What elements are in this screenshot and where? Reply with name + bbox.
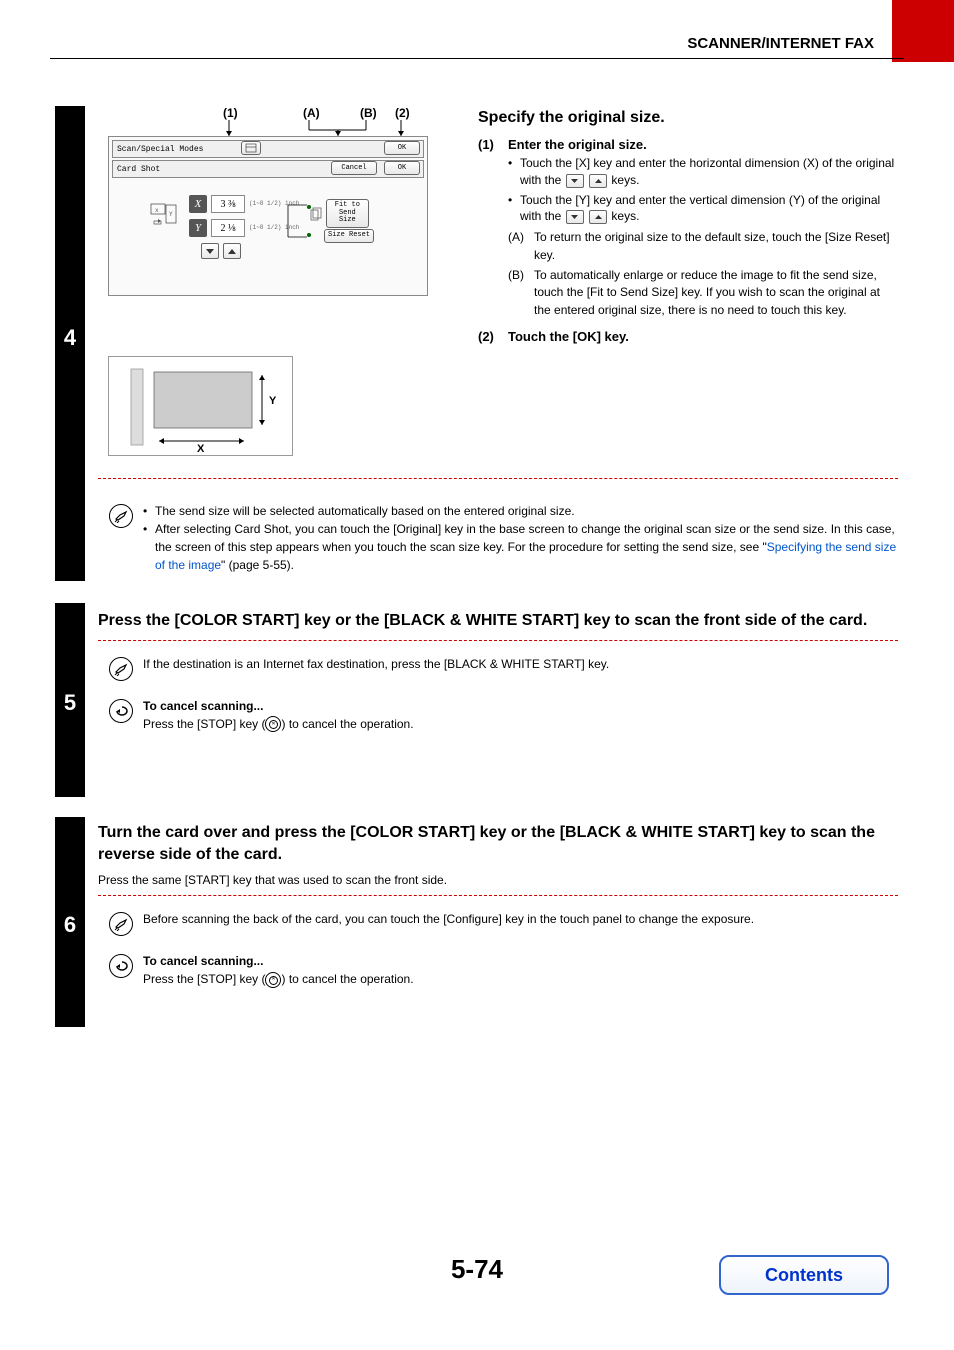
step6-sub: Press the same [START] key that was used…: [98, 873, 898, 887]
ab-connector: [283, 195, 323, 255]
note-icon: [109, 504, 133, 528]
cancel-t1: Press the [STOP] key (: [143, 972, 265, 986]
chapter-tab: [892, 0, 954, 62]
panel-subheader-label: Card Shot: [117, 165, 160, 174]
step6-note1-text: Before scanning the back of the card, yo…: [143, 910, 898, 936]
contents-button[interactable]: Contents: [719, 1255, 889, 1295]
note-line-1: The send size will be selected automatic…: [155, 502, 898, 520]
step4-title: Specify the original size.: [478, 109, 898, 127]
up-arrow-key[interactable]: [223, 243, 241, 259]
cancel-button[interactable]: Cancel: [331, 161, 377, 175]
callout-b: (B): [360, 106, 377, 120]
stop-key-icon: ✕: [265, 716, 281, 732]
callout-1: (1): [223, 106, 238, 120]
cancel-text: Press the [STOP] key (✕) to cancel the o…: [143, 970, 898, 988]
substep-2-num: (2): [478, 329, 508, 344]
y-key[interactable]: Y: [189, 219, 207, 237]
substep-1-text: Enter the original size.: [508, 137, 898, 152]
step-number-4: 4: [55, 325, 85, 351]
step5-note1-text: If the destination is an Internet fax de…: [143, 655, 898, 681]
note-icon: [109, 912, 133, 936]
panel-header-label: Scan/Special Modes: [117, 145, 203, 154]
step6-note1: Before scanning the back of the card, yo…: [98, 910, 898, 936]
svg-text:Y: Y: [169, 211, 173, 218]
ok-button[interactable]: OK: [384, 161, 420, 175]
bullet-x: • Touch the [X] key and enter the horizo…: [508, 155, 898, 189]
step-4: (1) (A) (B) (2) Scan/Special Modes OK: [98, 106, 898, 346]
preview-icon: x Y: [149, 202, 179, 231]
arrow-keys: [201, 243, 241, 259]
substep-2-text: Touch the [OK] key.: [508, 329, 898, 344]
callout-2: (2): [395, 106, 410, 120]
svg-text:X: X: [197, 443, 205, 455]
cancel-t2: ) to cancel the operation.: [281, 972, 413, 986]
reset-row: Size Reset: [324, 229, 374, 243]
substep-1-num: (1): [478, 137, 508, 152]
sub-a: (A) To return the original size to the d…: [508, 229, 898, 264]
header-ok-button[interactable]: OK: [384, 141, 420, 155]
inline-down-key-icon-2: [566, 210, 584, 224]
sub-b: (B) To automatically enlarge or reduce t…: [508, 267, 898, 319]
panel-header-row: Scan/Special Modes OK: [112, 140, 424, 158]
stop-key-icon: ✕: [265, 972, 281, 988]
callout-a: (A): [303, 106, 320, 120]
cancel-heading: To cancel scanning...: [143, 697, 898, 715]
inline-up-key-icon: [589, 174, 607, 188]
step5-cancel: To cancel scanning... Press the [STOP] k…: [98, 697, 898, 733]
x-value: 3 ⅜: [211, 195, 245, 213]
note-line-2: After selecting Card Shot, you can touch…: [155, 520, 898, 574]
step6-cancel: To cancel scanning... Press the [STOP] k…: [98, 952, 898, 988]
cancel-t1: Press the [STOP] key (: [143, 717, 265, 731]
substep-2: (2) Touch the [OK] key.: [478, 329, 898, 344]
step5-note1: If the destination is an Internet fax de…: [98, 655, 898, 681]
bullet-x-text-b: keys.: [611, 173, 639, 187]
touch-panel-figure: (1) (A) (B) (2) Scan/Special Modes OK: [98, 106, 433, 346]
cancel-t2: ) to cancel the operation.: [281, 717, 413, 731]
icon-button[interactable]: [241, 141, 261, 155]
step5-heading: Press the [COLOR START] key or the [BLAC…: [98, 610, 898, 632]
step4-note: •The send size will be selected automati…: [98, 502, 898, 574]
y-value: 2 ⅛: [211, 219, 245, 237]
bullet-y-text-b: keys.: [611, 209, 639, 223]
chapter-header: SCANNER/INTERNET FAX: [687, 35, 874, 52]
xy-diagram: X Y: [108, 356, 293, 456]
sub-a-num: (A): [508, 229, 534, 264]
fit-to-send-size-key[interactable]: Fit to Send Size: [326, 199, 369, 228]
sub-b-text: To automatically enlarge or reduce the i…: [534, 267, 898, 319]
step-number-5: 5: [55, 690, 85, 716]
back-icon: [109, 954, 133, 978]
substep-1: (1) Enter the original size.: [478, 137, 898, 152]
step-number-6: 6: [55, 912, 85, 938]
note-2-b: " (page 5-55).: [221, 558, 294, 572]
sub-a-text: To return the original size to the defau…: [534, 229, 898, 264]
panel-box: Scan/Special Modes OK Card Shot Cancel O…: [108, 136, 428, 296]
size-reset-key[interactable]: Size Reset: [324, 229, 374, 243]
svg-text:x: x: [155, 207, 159, 214]
inline-down-key-icon: [566, 174, 584, 188]
header-underline: [50, 58, 904, 59]
inline-up-key-icon-2: [589, 210, 607, 224]
cancel-heading: To cancel scanning...: [143, 952, 898, 970]
step4-instructions: Specify the original size. (1) Enter the…: [478, 109, 898, 344]
x-key[interactable]: X: [189, 195, 207, 213]
note-icon: [109, 657, 133, 681]
back-icon: [109, 699, 133, 723]
step6-heading: Turn the card over and press the [COLOR …: [98, 822, 898, 865]
step-5: Press the [COLOR START] key or the [BLAC…: [98, 610, 898, 733]
sub-b-num: (B): [508, 267, 534, 319]
bullet-y: • Touch the [Y] key and enter the vertic…: [508, 192, 898, 226]
cancel-text: Press the [STOP] key (✕) to cancel the o…: [143, 715, 898, 733]
panel-subheader-row: Card Shot Cancel OK: [112, 160, 424, 178]
down-arrow-key[interactable]: [201, 243, 219, 259]
svg-text:Y: Y: [269, 395, 277, 407]
step-6: Turn the card over and press the [COLOR …: [98, 822, 898, 988]
